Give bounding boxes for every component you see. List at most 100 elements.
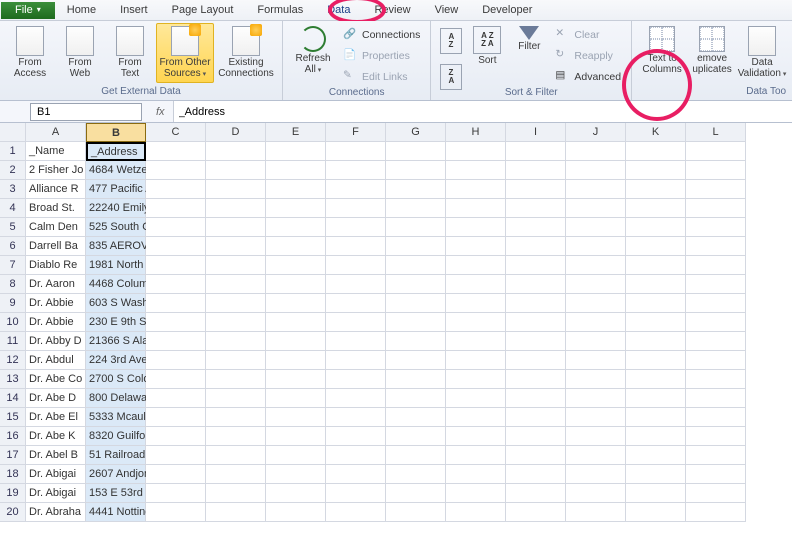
cell-B7[interactable]: 1981 North Broadway #270, Walnut Creek, … [86,256,146,275]
cell-A4[interactable]: Broad St. [26,199,86,218]
cell-K16[interactable] [626,427,686,446]
cell-C6[interactable] [146,237,206,256]
cell-H11[interactable] [446,332,506,351]
cell-D6[interactable] [206,237,266,256]
cell-L16[interactable] [686,427,746,446]
column-header-C[interactable]: C [146,123,206,142]
cell-C19[interactable] [146,484,206,503]
filter-button[interactable]: Filter [509,23,549,55]
cell-F11[interactable] [326,332,386,351]
cell-C1[interactable] [146,142,206,161]
cell-L18[interactable] [686,465,746,484]
cell-J15[interactable] [566,408,626,427]
cell-L1[interactable] [686,142,746,161]
cell-E1[interactable] [266,142,326,161]
cell-K20[interactable] [626,503,686,522]
cell-C20[interactable] [146,503,206,522]
existing-connections-button[interactable]: Existing Connections [216,23,276,82]
cell-D5[interactable] [206,218,266,237]
column-header-B[interactable]: B [86,123,146,142]
cell-J17[interactable] [566,446,626,465]
cell-I19[interactable] [506,484,566,503]
cell-E15[interactable] [266,408,326,427]
cell-F10[interactable] [326,313,386,332]
cell-D3[interactable] [206,180,266,199]
advanced-button[interactable]: ▤Advanced [551,67,625,87]
cell-J16[interactable] [566,427,626,446]
cell-A11[interactable]: Dr. Abby D [26,332,86,351]
cell-L10[interactable] [686,313,746,332]
cell-C14[interactable] [146,389,206,408]
cell-F3[interactable] [326,180,386,199]
cell-J11[interactable] [566,332,626,351]
cell-K4[interactable] [626,199,686,218]
cell-B16[interactable]: 8320 Guilford Rd, Columbia, MD, 21046 [86,427,146,446]
cell-H12[interactable] [446,351,506,370]
cell-A3[interactable]: Alliance R [26,180,86,199]
cell-I7[interactable] [506,256,566,275]
refresh-all-button[interactable]: Refresh All▾ [289,23,337,79]
cell-J20[interactable] [566,503,626,522]
cell-C4[interactable] [146,199,206,218]
cell-B10[interactable]: 230 E 9th St, Indianapolis, IN, 46204 [86,313,146,332]
cell-F8[interactable] [326,275,386,294]
cell-D4[interactable] [206,199,266,218]
cell-F18[interactable] [326,465,386,484]
cell-J10[interactable] [566,313,626,332]
cell-B3[interactable]: 477 Pacific Avenue # 1, San Francisco, C… [86,180,146,199]
cell-G3[interactable] [386,180,446,199]
cell-D7[interactable] [206,256,266,275]
cell-D1[interactable] [206,142,266,161]
row-header-2[interactable]: 2 [0,161,26,180]
cell-K15[interactable] [626,408,686,427]
cell-L8[interactable] [686,275,746,294]
column-header-E[interactable]: E [266,123,326,142]
cell-I12[interactable] [506,351,566,370]
cell-F20[interactable] [326,503,386,522]
cell-A13[interactable]: Dr. Abe Co [26,370,86,389]
row-header-14[interactable]: 14 [0,389,26,408]
cell-G2[interactable] [386,161,446,180]
row-header-17[interactable]: 17 [0,446,26,465]
cell-I6[interactable] [506,237,566,256]
cell-H20[interactable] [446,503,506,522]
cell-K13[interactable] [626,370,686,389]
cell-B1[interactable]: _Address [86,142,146,161]
menu-tab-view[interactable]: View [423,1,471,19]
cell-G18[interactable] [386,465,446,484]
cell-D12[interactable] [206,351,266,370]
cell-E18[interactable] [266,465,326,484]
cell-C7[interactable] [146,256,206,275]
cell-B9[interactable]: 603 S Washington Ave, Lansing, MI, 48933 [86,294,146,313]
cell-D11[interactable] [206,332,266,351]
cell-E16[interactable] [266,427,326,446]
cell-J4[interactable] [566,199,626,218]
column-header-H[interactable]: H [446,123,506,142]
cell-H16[interactable] [446,427,506,446]
cell-B19[interactable]: 153 E 53rd St, New York, NY, 10022 [86,484,146,503]
cell-E7[interactable] [266,256,326,275]
cell-K10[interactable] [626,313,686,332]
cell-B8[interactable]: 4468 Columbia Rd, Augusta, GA, 30907 [86,275,146,294]
cell-A14[interactable]: Dr. Abe D [26,389,86,408]
cell-K1[interactable] [626,142,686,161]
cell-E12[interactable] [266,351,326,370]
cell-G8[interactable] [386,275,446,294]
text-to-columns-button[interactable]: Text to Columns [638,23,686,78]
cell-D10[interactable] [206,313,266,332]
cell-I18[interactable] [506,465,566,484]
cell-C12[interactable] [146,351,206,370]
sort-za-button[interactable]: ZA [437,61,465,93]
cell-I16[interactable] [506,427,566,446]
cell-K18[interactable] [626,465,686,484]
cell-J7[interactable] [566,256,626,275]
cell-B11[interactable]: 21366 S Alameda St, Long Beach, CA, 9081… [86,332,146,351]
cell-H18[interactable] [446,465,506,484]
cell-L4[interactable] [686,199,746,218]
cell-A2[interactable]: 2 Fisher Jo [26,161,86,180]
properties-button[interactable]: 📄Properties [339,46,424,66]
cell-D18[interactable] [206,465,266,484]
from-text-button[interactable]: From Text [106,23,154,82]
cell-H9[interactable] [446,294,506,313]
cell-G9[interactable] [386,294,446,313]
